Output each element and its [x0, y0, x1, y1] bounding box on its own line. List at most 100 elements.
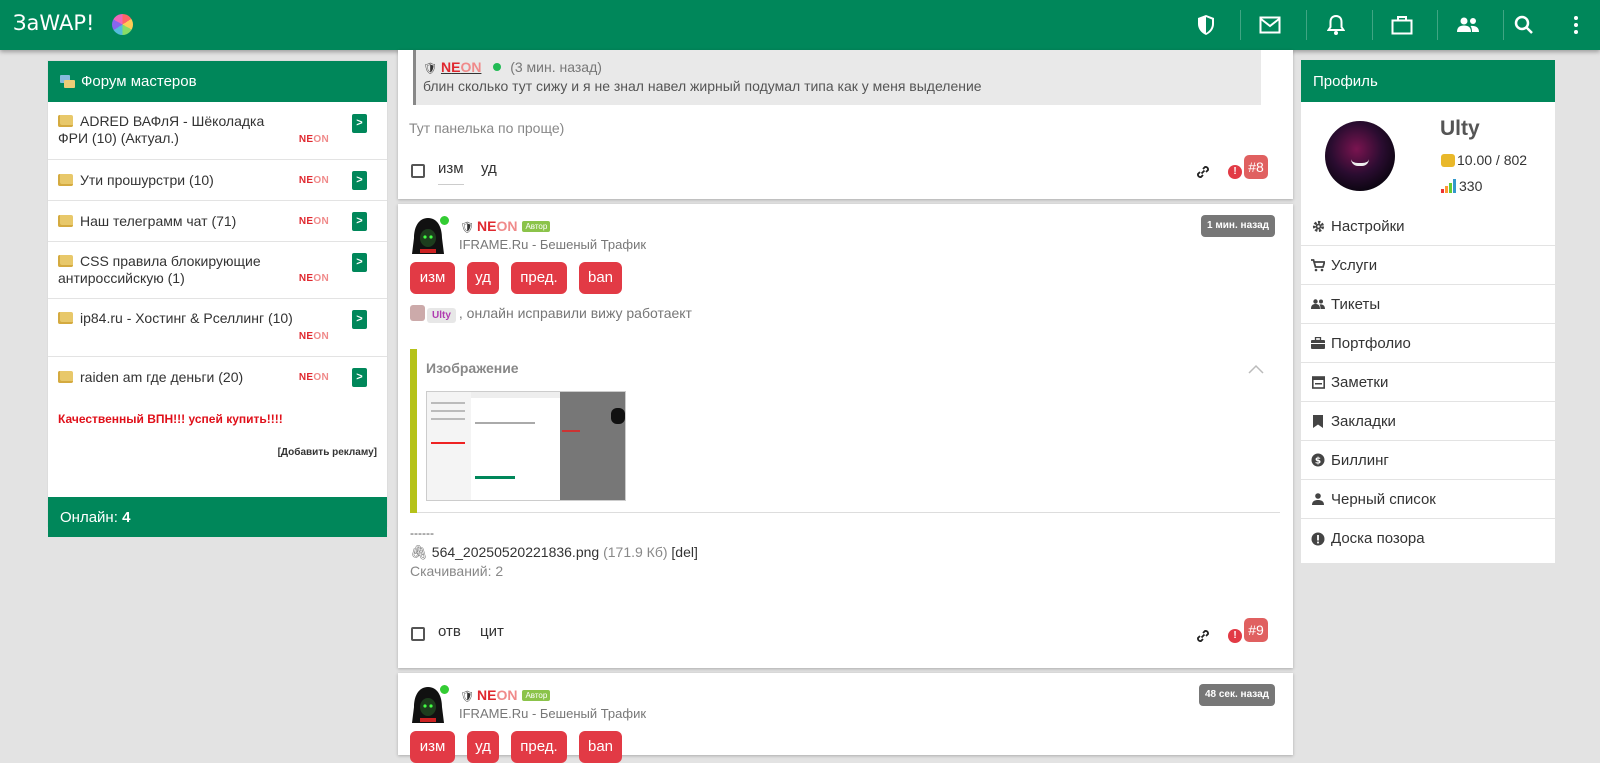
last-poster[interactable]: NEON — [299, 216, 329, 227]
topic-item[interactable]: Ути прошурстри (10) NEON > — [48, 160, 387, 201]
online-counter[interactable]: Онлайн: 4 — [48, 497, 387, 537]
mail-icon[interactable] — [1258, 13, 1282, 37]
menu-item-notes[interactable]: Заметки — [1301, 363, 1555, 402]
go-to-topic-button[interactable]: > — [352, 212, 367, 231]
menu-item-label: Биллинг — [1331, 451, 1389, 469]
link-icon[interactable] — [1195, 164, 1211, 180]
ban-button[interactable]: ban — [579, 731, 622, 763]
profile-header: Профиль — [1301, 60, 1555, 102]
go-to-topic-button[interactable]: > — [352, 368, 367, 387]
topic-title[interactable]: Ути прошурстри (10) — [80, 172, 214, 188]
menu-item-tickets[interactable]: Тикеты — [1301, 285, 1555, 324]
menu-item-label: Черный список — [1331, 490, 1436, 508]
more-menu-icon[interactable] — [1564, 13, 1588, 37]
topic-link[interactable]: Наш телеграмм чат (71) — [58, 201, 377, 230]
author-name[interactable]: NEON — [477, 687, 517, 703]
last-poster[interactable]: NEON — [299, 331, 329, 342]
go-to-topic-button[interactable]: > — [352, 171, 367, 190]
topic-title[interactable]: ip84.ru - Хостинг & Рселлинг (10) — [80, 310, 293, 326]
last-poster[interactable]: NEON — [299, 372, 329, 383]
attachment-link[interactable]: 564_20250520221836.png — [432, 544, 599, 560]
author-name[interactable]: NEON — [477, 218, 517, 234]
post-text: Тут панелька по проще) — [409, 120, 565, 136]
topic-title[interactable]: Наш телеграмм чат (71) — [80, 213, 236, 229]
add-ad-link[interactable]: [Добавить рекламу] — [278, 447, 377, 458]
link-icon[interactable] — [1195, 628, 1211, 644]
menu-item-shame-board[interactable]: Доска позора — [1301, 519, 1555, 558]
topic-item[interactable]: Наш телеграмм чат (71) NEON > — [48, 201, 387, 242]
quote-block: 🛡 NEON (3 мин. назад) блин сколько тут си… — [413, 50, 1261, 105]
report-icon[interactable]: ! — [1228, 629, 1242, 643]
topic-link[interactable]: ADRED ВАФлЯ - Шёколадка ФРИ (10) (Актуал… — [58, 102, 298, 147]
last-poster[interactable]: NEON — [299, 134, 329, 145]
briefcase-icon — [1311, 336, 1325, 350]
warn-button[interactable]: пред. — [511, 262, 567, 294]
folder-icon — [58, 115, 73, 127]
topic-link[interactable]: ip84.ru - Хостинг & Рселлинг (10) — [58, 299, 377, 327]
rating-row: 330 — [1441, 178, 1482, 194]
image-thumbnail[interactable] — [426, 391, 626, 501]
topic-title[interactable]: ADRED ВАФлЯ - Шёколадка ФРИ (10) (Актуал… — [58, 113, 264, 146]
report-icon[interactable]: ! — [1228, 165, 1242, 179]
friends-icon[interactable] — [1456, 13, 1480, 37]
attachment-delete[interactable]: [del] — [671, 544, 697, 560]
menu-item-label: Закладки — [1331, 412, 1396, 430]
topic-title[interactable]: CSS правила блокирующие антироссийскую (… — [58, 253, 261, 286]
edit-link[interactable]: изм — [438, 160, 464, 185]
ad-link[interactable]: Качественный ВПН!!! успей купить!!!! — [58, 412, 283, 426]
topic-link[interactable]: raiden am где деньги (20) — [58, 357, 377, 386]
spoiler-title[interactable]: Изображение — [426, 360, 519, 376]
quote-text: блин сколько тут сижу и я не знал навел … — [423, 78, 982, 94]
online-count: 4 — [122, 508, 131, 526]
topic-link[interactable]: Ути прошурстри (10) — [58, 160, 377, 189]
topic-link[interactable]: CSS правила блокирующие антироссийскую (… — [58, 242, 298, 287]
menu-item-bookmarks[interactable]: Закладки — [1301, 402, 1555, 441]
shield-icon[interactable] — [1194, 13, 1218, 37]
ban-button[interactable]: ban — [579, 262, 622, 294]
menu-item-portfolio[interactable]: Портфолио — [1301, 324, 1555, 363]
delete-button[interactable]: уд — [467, 262, 499, 294]
select-checkbox[interactable] — [411, 627, 425, 641]
rating-value: 330 — [1459, 178, 1483, 194]
go-to-topic-button[interactable]: > — [352, 310, 367, 329]
brand-logo[interactable]: ЗаWAP! — [13, 11, 94, 35]
select-checkbox[interactable] — [411, 164, 425, 178]
go-to-topic-button[interactable]: > — [352, 253, 367, 272]
edit-button[interactable]: изм — [410, 262, 455, 294]
topic-title[interactable]: raiden am где деньги (20) — [80, 369, 243, 385]
warn-button[interactable]: пред. — [511, 731, 567, 763]
post-number[interactable]: #8 — [1244, 155, 1268, 179]
topic-item[interactable]: CSS правила блокирующие антироссийскую (… — [48, 242, 387, 299]
image-spoiler: Изображение — [410, 349, 1280, 513]
edit-button[interactable]: изм — [410, 731, 455, 763]
quote-link[interactable]: цит — [480, 623, 504, 640]
quote-author[interactable]: NEON — [441, 59, 481, 75]
menu-item-blacklist[interactable]: Черный список — [1301, 480, 1555, 519]
menu-item-settings[interactable]: Настройки — [1301, 207, 1555, 246]
menu-item-services[interactable]: Услуги — [1301, 246, 1555, 285]
alert-icon — [1311, 532, 1325, 546]
last-poster[interactable]: NEON — [299, 273, 329, 284]
quote-time: (3 мин. назад) — [510, 59, 602, 75]
menu-item-billing[interactable]: $ Биллинг — [1301, 441, 1555, 480]
forum-header: Форум мастеров — [48, 61, 387, 102]
search-icon[interactable] — [1512, 13, 1536, 37]
profile-avatar[interactable] — [1325, 121, 1395, 191]
last-poster[interactable]: NEON — [299, 175, 329, 186]
mention-link[interactable]: Ulty — [427, 308, 456, 323]
attachment-size: (171.9 Кб) — [603, 544, 668, 560]
topic-item[interactable]: ip84.ru - Хостинг & Рселлинг (10) NEON > — [48, 299, 387, 357]
post-number[interactable]: #9 — [1244, 618, 1268, 642]
bell-icon[interactable] — [1324, 13, 1348, 37]
go-to-topic-button[interactable]: > — [352, 114, 367, 133]
chevron-up-icon[interactable] — [1248, 364, 1264, 374]
theme-icon[interactable] — [112, 14, 133, 35]
briefcase-icon[interactable] — [1390, 13, 1414, 37]
delete-button[interactable]: уд — [467, 731, 499, 763]
author-subtitle: IFRAME.Ru - Бешеный Трафик — [459, 237, 647, 252]
profile-username[interactable]: Ulty — [1440, 117, 1480, 141]
delete-link[interactable]: уд — [481, 160, 497, 177]
topic-item[interactable]: raiden am где деньги (20) NEON > — [48, 357, 387, 398]
topic-item[interactable]: ADRED ВАФлЯ - Шёколадка ФРИ (10) (Актуал… — [48, 102, 387, 160]
reply-link[interactable]: отв — [438, 623, 461, 640]
